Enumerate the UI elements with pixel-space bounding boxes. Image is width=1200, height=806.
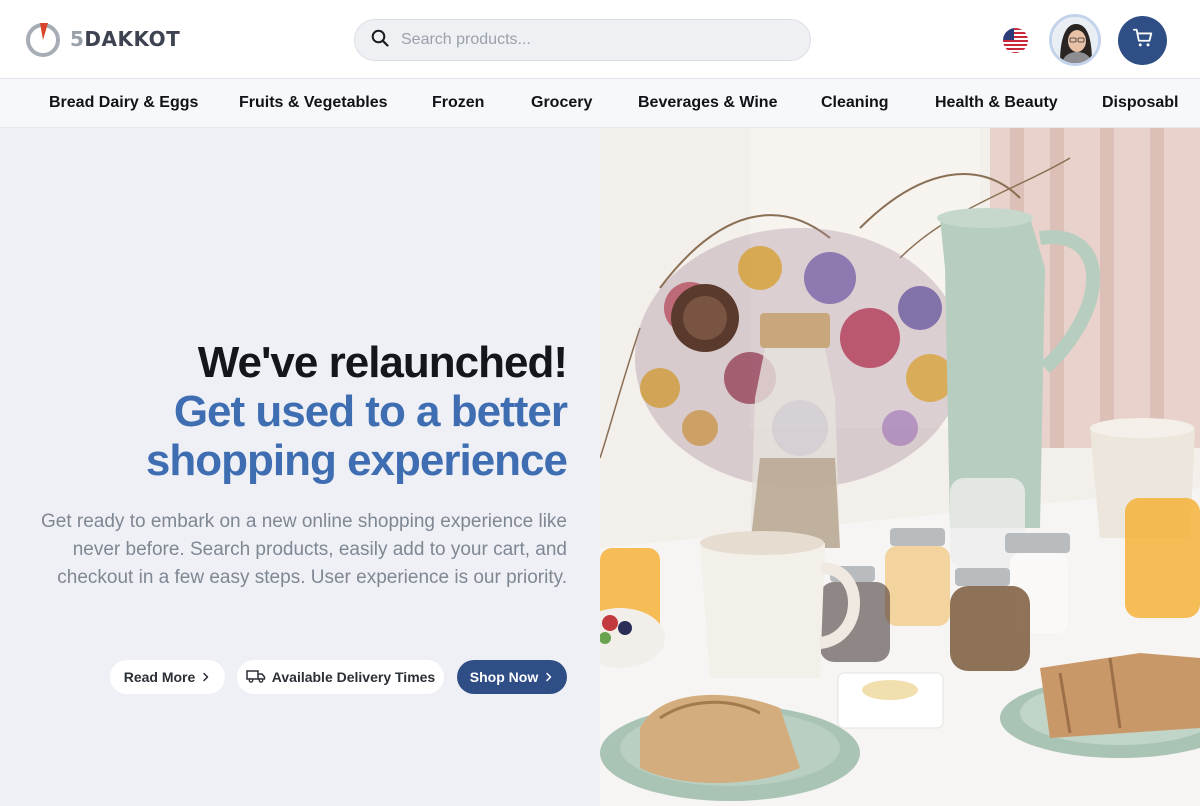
hero-subtitle-line2: shopping experience bbox=[145, 436, 568, 485]
shop-now-button[interactable]: Shop Now bbox=[457, 660, 567, 694]
cart-button[interactable] bbox=[1118, 16, 1167, 65]
logo-name: DAKKOT bbox=[84, 27, 181, 51]
logo[interactable]: 5 DAKKOT bbox=[24, 20, 180, 58]
delivery-times-button[interactable]: Available Delivery Times bbox=[237, 660, 444, 694]
search-icon[interactable] bbox=[371, 29, 389, 52]
us-flag-icon[interactable] bbox=[1003, 28, 1028, 53]
avatar[interactable] bbox=[1049, 14, 1101, 66]
hero-title: We've relaunched! bbox=[197, 338, 568, 387]
nav-item-disposables[interactable]: Disposabl bbox=[1102, 79, 1178, 127]
search-bar bbox=[354, 19, 811, 61]
category-nav: Bread Dairy & Eggs Fruits & Vegetables F… bbox=[0, 79, 1200, 128]
shopping-cart-icon bbox=[1132, 27, 1154, 54]
logo-text: 5 DAKKOT bbox=[70, 27, 180, 51]
hero-image bbox=[600, 128, 1200, 806]
nav-item-health-beauty[interactable]: Health & Beauty bbox=[935, 79, 1058, 127]
delivery-times-label: Available Delivery Times bbox=[271, 669, 436, 685]
nav-item-beverages-wine[interactable]: Beverages & Wine bbox=[638, 79, 777, 127]
nav-item-fruits-vegetables[interactable]: Fruits & Vegetables bbox=[239, 79, 388, 127]
nav-item-frozen[interactable]: Frozen bbox=[432, 79, 484, 127]
shop-now-label: Shop Now bbox=[469, 669, 539, 685]
logo-icon bbox=[24, 20, 62, 58]
logo-number: 5 bbox=[70, 27, 85, 51]
chevron-right-icon bbox=[544, 669, 554, 685]
read-more-label: Read More bbox=[123, 669, 196, 685]
chevron-right-icon bbox=[201, 669, 211, 685]
search-input[interactable] bbox=[401, 31, 781, 49]
header: 5 DAKKOT bbox=[0, 0, 1200, 79]
nav-item-bread-dairy-eggs[interactable]: Bread Dairy & Eggs bbox=[49, 79, 198, 127]
hero-description: Get ready to embark on a new online shop… bbox=[41, 511, 567, 588]
hero-panel: We've relaunched! Get used to a better s… bbox=[0, 128, 600, 806]
read-more-button[interactable]: Read More bbox=[110, 660, 225, 694]
truck-icon bbox=[246, 669, 266, 686]
hero-subtitle-line1: Get used to a better bbox=[173, 387, 568, 436]
nav-item-grocery[interactable]: Grocery bbox=[531, 79, 592, 127]
nav-item-cleaning[interactable]: Cleaning bbox=[821, 79, 889, 127]
